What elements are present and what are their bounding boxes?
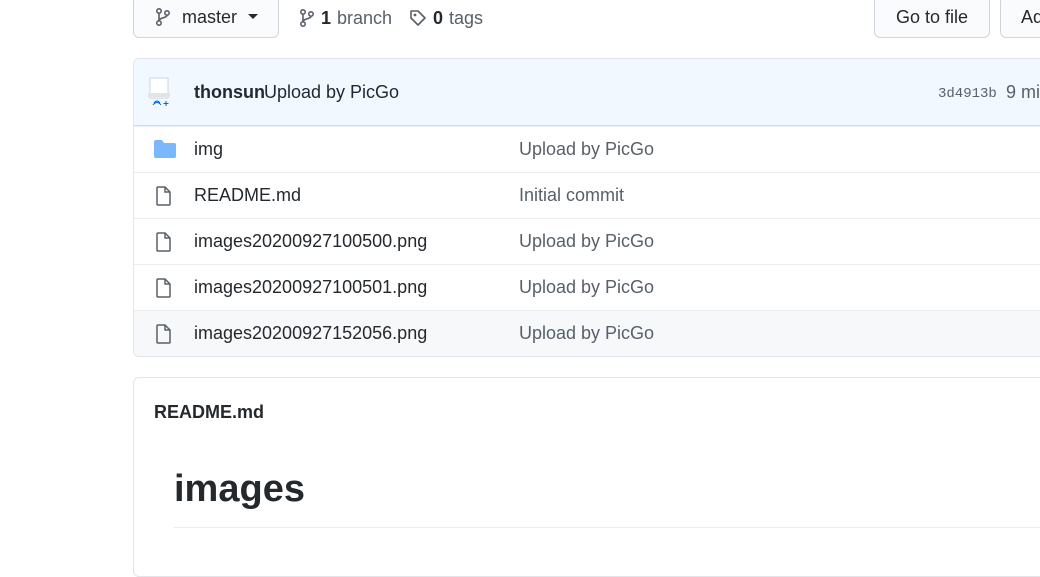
repo-toolbar: master 1 branch 0 tags Go to file A: [0, 0, 1040, 44]
tag-count: 0: [433, 7, 444, 28]
commit-time: 9 mi: [1006, 82, 1040, 102]
add-file-label: Ad: [1021, 6, 1040, 27]
file-icon: [154, 324, 176, 344]
go-to-file-label: Go to file: [895, 6, 969, 27]
branch-count: 1: [321, 7, 332, 28]
tags-link[interactable]: 0 tags: [409, 0, 483, 36]
file-row-png[interactable]: images20200927100501.png Upload by PicGo: [134, 264, 1040, 310]
file-row-img[interactable]: img Upload by PicGo: [134, 126, 1040, 172]
readme-heading: images: [174, 468, 305, 510]
branch-name: master: [182, 6, 238, 27]
readme-panel: README.md images: [133, 377, 1040, 577]
branch-label: branch: [337, 7, 393, 28]
tag-label: tags: [449, 7, 484, 28]
branch-select-button[interactable]: master: [133, 0, 279, 38]
avatar[interactable]: [148, 77, 174, 107]
file-name-link[interactable]: README.md: [194, 185, 301, 206]
file-icon: [154, 186, 176, 206]
file-name-link[interactable]: images20200927100501.png: [194, 277, 427, 298]
branches-link[interactable]: 1 branch: [299, 0, 392, 36]
file-row-readme[interactable]: README.md Initial commit: [134, 172, 1040, 218]
git-branch-icon: [156, 8, 170, 26]
file-commit-link[interactable]: Initial commit: [519, 185, 624, 206]
file-name-link[interactable]: images20200927152056.png: [194, 323, 427, 344]
commit-sha-link[interactable]: 3d4913b: [938, 86, 997, 102]
tag-icon: [409, 9, 427, 27]
file-row-png[interactable]: images20200927152056.png Upload by PicGo: [134, 310, 1040, 356]
file-icon: [154, 278, 176, 298]
git-branch-icon: [299, 9, 315, 27]
readme-filename[interactable]: README.md: [154, 402, 264, 423]
file-table: thonsun Upload by PicGo 3d4913b 9 mi img…: [133, 58, 1040, 357]
file-name-link[interactable]: img: [194, 139, 223, 160]
file-commit-link[interactable]: Upload by PicGo: [519, 277, 654, 298]
latest-commit-bar: thonsun Upload by PicGo 3d4913b 9 mi: [134, 59, 1040, 126]
add-file-button[interactable]: Ad: [1000, 0, 1040, 38]
go-to-file-button[interactable]: Go to file: [874, 0, 990, 38]
file-name-link[interactable]: images20200927100500.png: [194, 231, 427, 252]
file-commit-link[interactable]: Upload by PicGo: [519, 323, 654, 344]
heading-divider: [174, 527, 1040, 528]
file-icon: [154, 232, 176, 252]
caret-down-icon: [247, 13, 259, 21]
folder-icon: [154, 140, 176, 160]
commit-author-link[interactable]: thonsun: [194, 82, 265, 103]
commit-message-link[interactable]: Upload by PicGo: [264, 82, 399, 103]
file-commit-link[interactable]: Upload by PicGo: [519, 231, 654, 252]
file-row-png[interactable]: images20200927100500.png Upload by PicGo: [134, 218, 1040, 264]
file-commit-link[interactable]: Upload by PicGo: [519, 139, 654, 160]
